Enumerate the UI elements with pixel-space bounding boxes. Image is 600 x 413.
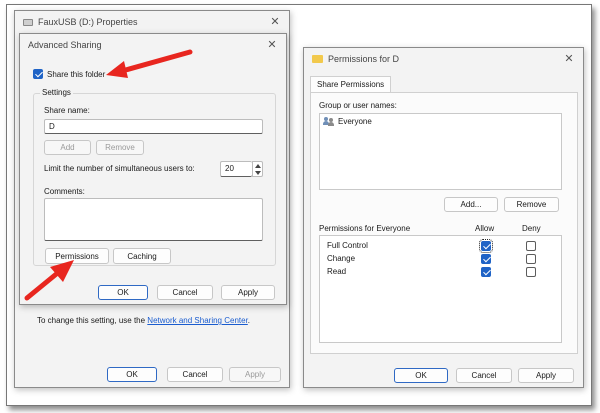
share-name-add-button[interactable]: Add [44,140,91,155]
perm-add-button[interactable]: Add... [444,197,498,212]
close-icon[interactable]: ✕ [269,16,281,28]
permissions-button[interactable]: Permissions [45,248,109,264]
close-icon[interactable]: ✕ [563,53,575,65]
users-icon [323,117,335,126]
permissions-ok-button[interactable]: OK [394,368,448,383]
stepper-down-icon[interactable] [255,171,261,175]
comments-textarea[interactable] [44,198,263,241]
full-control-deny-checkbox[interactable] [526,241,536,251]
permissions-dialog: Permissions for D ✕ Share Permissions Gr… [303,47,584,388]
full-control-allow-checkbox[interactable] [479,239,493,253]
close-icon[interactable]: ✕ [266,39,278,51]
read-deny-checkbox[interactable] [526,267,536,277]
permissions-titlebar: Permissions for D ✕ [304,48,583,70]
share-name-input[interactable]: D [44,119,263,134]
user-name: Everyone [338,117,372,126]
network-sharing-center-link[interactable]: Network and Sharing Center [147,316,248,325]
folder-icon [312,55,323,63]
properties-title: FauxUSB (D:) Properties [38,17,138,27]
permissions-title: Permissions for D [328,54,400,64]
permission-full-control-label: Full Control [327,241,368,250]
properties-apply-button[interactable]: Apply [229,367,281,382]
permission-change-label: Change [327,254,356,263]
perm-remove-button[interactable]: Remove [504,197,559,212]
share-name-remove-button[interactable]: Remove [96,140,144,155]
advanced-sharing-titlebar: Advanced Sharing ✕ [20,34,286,56]
advanced-apply-button[interactable]: Apply [221,285,275,300]
advanced-ok-button[interactable]: OK [98,285,148,300]
advanced-sharing-title: Advanced Sharing [28,40,102,50]
stepper-up-icon[interactable] [255,164,261,168]
sharing-hint: To change this setting, use the Network … [37,316,251,325]
permission-read-label: Read [327,267,347,276]
group-names-label: Group or user names: [319,101,397,110]
limit-users-input[interactable]: 20 [220,161,252,177]
allow-column-header: Allow [475,224,495,233]
drive-icon [23,18,33,26]
properties-titlebar: FauxUSB (D:) Properties ✕ [15,11,289,33]
comments-label: Comments: [44,187,85,196]
permissions-list: Full Control Change Read [319,235,562,343]
properties-cancel-button[interactable]: Cancel [167,367,223,382]
deny-column-header: Deny [522,224,541,233]
permissions-for-label: Permissions for Everyone [319,224,411,233]
group-names-list[interactable]: Everyone [319,113,562,190]
advanced-cancel-button[interactable]: Cancel [157,285,213,300]
limit-users-stepper[interactable] [252,161,263,177]
share-folder-label: Share this folder [47,70,106,79]
share-folder-checkbox[interactable] [33,69,43,79]
change-allow-checkbox[interactable] [481,254,491,264]
properties-ok-button[interactable]: OK [107,367,157,382]
caching-button[interactable]: Caching [113,248,171,264]
settings-legend: Settings [40,88,73,97]
list-item[interactable]: Everyone [323,117,372,126]
share-name-label: Share name: [44,106,90,115]
permissions-apply-button[interactable]: Apply [518,368,574,383]
permissions-cancel-button[interactable]: Cancel [456,368,512,383]
tab-share-permissions[interactable]: Share Permissions [310,76,392,92]
advanced-sharing-dialog: Advanced Sharing ✕ Share this folder Set… [19,33,287,305]
change-deny-checkbox[interactable] [526,254,536,264]
limit-users-label: Limit the number of simultaneous users t… [44,164,195,173]
read-allow-checkbox[interactable] [481,267,491,277]
